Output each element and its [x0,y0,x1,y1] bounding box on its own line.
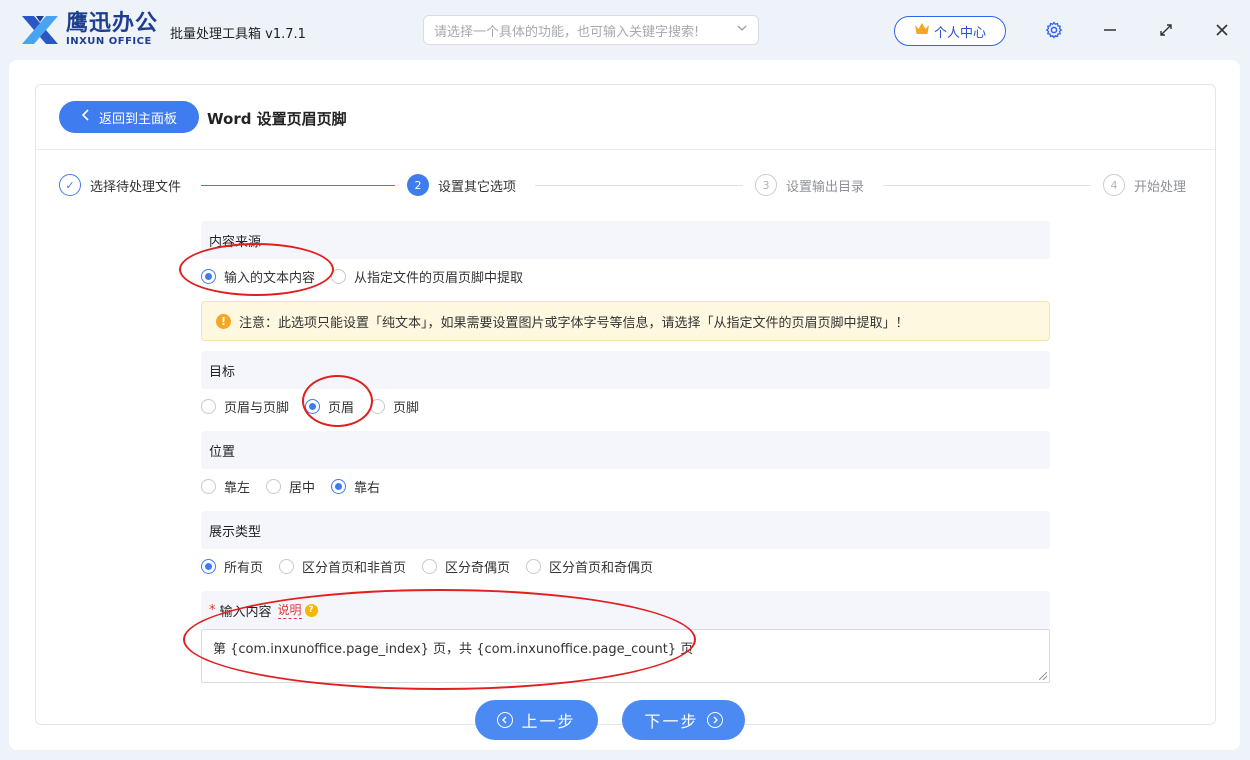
radio-button[interactable] [305,399,321,414]
resize-handle-icon[interactable] [1039,672,1047,680]
radio-button[interactable] [331,269,347,284]
back-label: 返回到主面板 [98,111,177,127]
app-logo: 鹰迅办公 INXUN OFFICE [18,12,158,48]
step-output-dir: 3 设置输出目录 [755,174,864,196]
step-number: 3 [755,174,777,196]
question-icon[interactable]: ? [304,603,318,617]
input-content-label: 输入内容 [219,604,272,620]
radio-button[interactable] [201,559,216,574]
user-center-label: 个人中心 [933,25,986,41]
target-heading: 目标 [201,351,1050,389]
radio-button[interactable] [331,479,347,494]
position-options: 靠左 居中 靠右 [201,477,396,496]
logo-english: INXUN OFFICE [66,36,152,47]
gear-icon[interactable] [1042,18,1066,42]
content-source-heading: 内容来源 [201,221,1050,259]
back-to-main-button[interactable]: 返回到主面板 [59,101,199,133]
radio-label: 页脚 [393,401,420,416]
crown-icon [914,22,930,40]
step-connector [535,185,743,186]
radio-label: 输入的文本内容 [224,271,316,286]
minimize-icon[interactable] [1098,18,1122,42]
radio-align-left[interactable]: 靠左 [201,477,250,496]
display-type-heading: 展示类型 [201,511,1050,549]
radio-label: 所有页 [224,561,264,576]
radio-first-and-odd-even[interactable]: 区分首页和奇偶页 [526,557,653,576]
step-label: 设置输出目录 [786,179,865,195]
chevron-down-icon[interactable] [736,22,748,38]
check-icon: ✓ [59,174,81,196]
radio-label: 区分首页和奇偶页 [549,561,654,576]
radio-label: 页眉与页脚 [224,401,290,416]
warning-icon: ! [216,313,231,329]
next-step-button[interactable]: 下一步 [622,700,745,740]
radio-button[interactable] [201,269,216,284]
radio-label: 靠左 [224,481,251,496]
chevron-right-circle-icon [706,712,723,728]
app-title: 批量处理工具箱 v1.7.1 [170,27,306,42]
radio-button[interactable] [422,559,438,574]
radio-label: 页眉 [328,401,355,416]
prev-step-label: 上一步 [521,712,576,731]
next-step-label: 下一步 [644,712,699,731]
radio-align-center[interactable]: 居中 [266,477,315,496]
step-connector [201,185,395,186]
radio-label: 靠右 [354,481,381,496]
radio-button[interactable] [201,479,216,494]
step-label: 开始处理 [1134,179,1187,195]
step-number: 4 [1103,174,1125,196]
step-connector [883,185,1091,186]
step-other-options: 2 设置其它选项 [407,174,516,196]
required-mark: * [209,602,216,618]
radio-label: 区分奇偶页 [445,561,511,576]
radio-button[interactable] [526,559,542,574]
radio-header-and-footer[interactable]: 页眉与页脚 [201,397,289,416]
radio-input-text[interactable]: 输入的文本内容 [201,267,315,286]
content-source-options: 输入的文本内容 从指定文件的页眉页脚中提取 [201,267,539,286]
step-number: 2 [407,174,429,196]
logo-chinese: 鹰迅办公 [66,11,159,36]
radio-footer[interactable]: 页脚 [370,397,419,416]
radio-align-right[interactable]: 靠右 [331,477,380,496]
header-divider [36,149,1215,150]
radio-button[interactable] [266,479,282,494]
step-start-processing: 4 开始处理 [1103,174,1186,196]
position-heading: 位置 [201,431,1050,469]
help-link[interactable]: 说明 [277,601,302,619]
title-bar: 鹰迅办公 INXUN OFFICE 批量处理工具箱 v1.7.1 请选择一个具体… [0,0,1250,60]
radio-first-vs-rest[interactable]: 区分首页和非首页 [279,557,406,576]
step-label: 设置其它选项 [438,179,517,195]
page-title: Word 设置页眉页脚 [207,110,347,128]
radio-button[interactable] [279,559,295,574]
radio-label: 从指定文件的页眉页脚中提取 [354,271,524,286]
logo-x-icon [22,16,58,44]
chevron-left-icon [81,109,91,125]
radio-header[interactable]: 页眉 [305,397,354,416]
search-placeholder: 请选择一个具体的功能，也可输入关键字搜索! [434,24,700,40]
radio-button[interactable] [201,399,216,414]
prev-step-button[interactable]: 上一步 [475,700,598,740]
step-select-files: ✓ 选择待处理文件 [59,174,181,196]
radio-all-pages[interactable]: 所有页 [201,557,263,576]
search-input[interactable]: 请选择一个具体的功能，也可输入关键字搜索! [423,15,759,45]
step-label: 选择待处理文件 [90,179,182,195]
chevron-left-circle-icon [497,712,514,728]
input-content-heading: * 输入内容 说明 ? [201,591,1050,629]
textarea-value: 第 {com.inxunoffice.page_index} 页，共 {com.… [213,642,694,657]
user-center-button[interactable]: 个人中心 [894,16,1006,46]
display-type-options: 所有页 区分首页和非首页 区分奇偶页 区分首页和奇偶页 [201,557,669,576]
content-textarea[interactable]: 第 {com.inxunoffice.page_index} 页，共 {com.… [201,629,1050,683]
notice-text: 注意：此选项只能设置「纯文本」，如果需要设置图片或字体字号等信息，请选择「从指定… [239,315,909,331]
target-options: 页眉与页脚 页眉 页脚 [201,397,435,416]
radio-extract-from-file[interactable]: 从指定文件的页眉页脚中提取 [331,267,523,286]
radio-label: 居中 [289,481,316,496]
warning-notice: ! 注意：此选项只能设置「纯文本」，如果需要设置图片或字体字号等信息，请选择「从… [201,301,1050,341]
close-icon[interactable] [1210,18,1234,42]
maximize-icon[interactable] [1154,18,1178,42]
radio-label: 区分首页和非首页 [302,561,407,576]
radio-odd-even[interactable]: 区分奇偶页 [422,557,510,576]
radio-button[interactable] [370,399,386,414]
